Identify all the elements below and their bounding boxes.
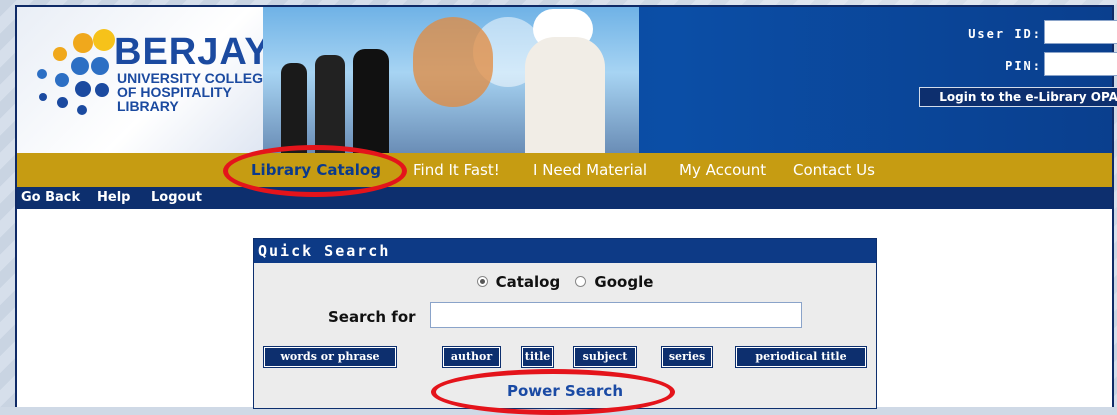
periodical-title-button[interactable]: periodical title <box>735 346 867 368</box>
catalog-radio[interactable] <box>476 276 488 287</box>
google-radio[interactable] <box>575 276 587 287</box>
google-radio-label: Google <box>594 273 654 291</box>
nav-contact-us[interactable]: Contact Us <box>793 161 875 179</box>
search-for-label: Search for <box>328 308 416 326</box>
user-id-label: User ID: <box>968 27 1042 41</box>
go-back-link[interactable]: Go Back <box>21 190 80 205</box>
site-header: BERJAYA UNIVERSITY COLLEGE OF HOSPITALIT… <box>17 7 1117 153</box>
brand-subtitle-line: LIBRARY <box>117 98 179 114</box>
utility-bar: Go Back Help Logout <box>17 187 1112 209</box>
logo-dots-icon <box>33 29 115 129</box>
nav-i-need-material[interactable]: I Need Material <box>533 161 647 179</box>
library-portal-frame: BERJAYA UNIVERSITY COLLEGE OF HOSPITALIT… <box>15 5 1117 415</box>
brand-subtitle-line: OF HOSPITALITY <box>117 84 232 100</box>
series-button[interactable]: series <box>661 346 713 368</box>
nav-find-it-fast[interactable]: Find It Fast! <box>413 161 500 179</box>
annotation-oval-power-search <box>431 369 675 415</box>
login-button[interactable]: Login to the e-Library OPAC <box>919 87 1117 107</box>
pin-label: PIN: <box>1005 59 1042 73</box>
logout-link[interactable]: Logout <box>151 190 202 205</box>
search-input[interactable] <box>430 302 802 328</box>
brand-subtitle-line: UNIVERSITY COLLEGE <box>117 70 273 86</box>
search-source-radio-group: Catalog Google <box>254 273 876 291</box>
annotation-oval-library-catalog <box>223 145 407 197</box>
title-button[interactable]: title <box>521 346 554 368</box>
catalog-radio-label: Catalog <box>495 273 561 291</box>
main-nav: Library Catalog Find It Fast! I Need Mat… <box>17 153 1112 187</box>
author-button[interactable]: author <box>442 346 501 368</box>
brand-subtitle: UNIVERSITY COLLEGE OF HOSPITALITY LIBRAR… <box>117 71 287 113</box>
user-id-input[interactable] <box>1044 20 1117 44</box>
header-photo-collage <box>263 7 639 153</box>
quick-search-title: Quick Search <box>254 239 876 263</box>
logo-panel: BERJAYA UNIVERSITY COLLEGE OF HOSPITALIT… <box>17 7 295 153</box>
words-or-phrase-button[interactable]: words or phrase <box>263 346 397 368</box>
login-panel: User ID: PIN: Login to the e-Library OPA… <box>617 7 1117 153</box>
subject-button[interactable]: subject <box>573 346 637 368</box>
help-link[interactable]: Help <box>97 190 130 205</box>
nav-my-account[interactable]: My Account <box>679 161 766 179</box>
pin-input[interactable] <box>1044 52 1117 76</box>
